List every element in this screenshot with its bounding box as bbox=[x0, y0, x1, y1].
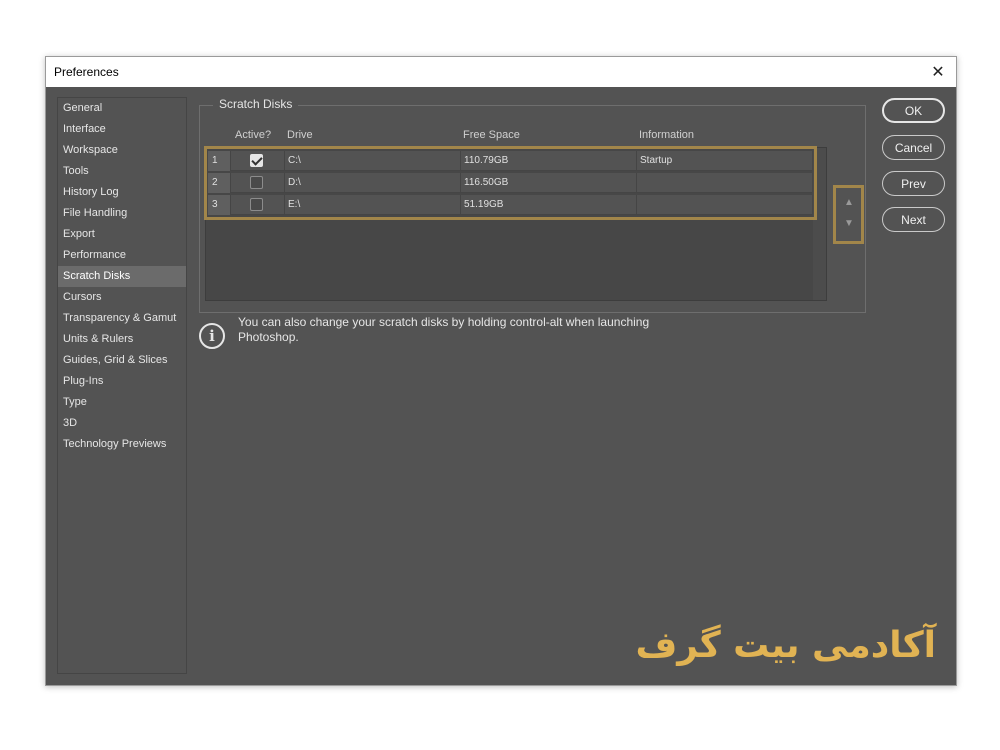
close-icon: ✕ bbox=[931, 64, 945, 81]
window-title: Preferences bbox=[54, 65, 119, 79]
sidebar-item-plug-ins[interactable]: Plug-Ins bbox=[58, 371, 186, 392]
triangle-down-icon: ▼ bbox=[844, 218, 854, 229]
active-checkbox[interactable] bbox=[250, 176, 263, 189]
column-header-information: Information bbox=[639, 129, 695, 141]
row-number: 1 bbox=[208, 151, 230, 171]
active-cell bbox=[230, 195, 284, 215]
next-button[interactable]: Next bbox=[882, 207, 945, 232]
information-cell bbox=[636, 195, 812, 215]
sidebar-item-tools[interactable]: Tools bbox=[58, 161, 186, 182]
column-header-drive: Drive bbox=[287, 129, 313, 141]
preferences-dialog: Preferences ✕ General Interface Workspac… bbox=[45, 56, 957, 686]
information-cell: Startup bbox=[636, 151, 812, 171]
info-icon: i bbox=[199, 323, 225, 349]
sidebar-item-interface[interactable]: Interface bbox=[58, 119, 186, 140]
title-bar: Preferences ✕ bbox=[46, 57, 956, 87]
active-cell bbox=[230, 173, 284, 193]
watermark-logo: آکادمی بیت گرف bbox=[635, 625, 936, 666]
active-cell bbox=[230, 151, 284, 171]
prev-button[interactable]: Prev bbox=[882, 171, 945, 196]
sidebar-item-type[interactable]: Type bbox=[58, 392, 186, 413]
move-down-button[interactable]: ▼ bbox=[843, 218, 855, 230]
info-message: You can also change your scratch disks b… bbox=[238, 315, 650, 344]
free-space-cell: 116.50GB bbox=[460, 173, 636, 193]
sidebar-item-workspace[interactable]: Workspace bbox=[58, 140, 186, 161]
sidebar-item-transparency-gamut[interactable]: Transparency & Gamut bbox=[58, 308, 186, 329]
row-number: 2 bbox=[208, 173, 230, 193]
information-cell bbox=[636, 173, 812, 193]
sidebar-item-cursors[interactable]: Cursors bbox=[58, 287, 186, 308]
table-scrollbar[interactable] bbox=[813, 148, 826, 300]
sidebar-item-technology-previews[interactable]: Technology Previews bbox=[58, 434, 186, 455]
move-up-button[interactable]: ▲ bbox=[843, 197, 855, 209]
sidebar-item-export[interactable]: Export bbox=[58, 224, 186, 245]
preferences-sidebar: General Interface Workspace Tools Histor… bbox=[57, 97, 187, 674]
close-button[interactable]: ✕ bbox=[926, 61, 950, 83]
table-row[interactable]: 2 D:\ 116.50GB bbox=[208, 173, 812, 193]
sidebar-item-file-handling[interactable]: File Handling bbox=[58, 203, 186, 224]
table-row[interactable]: 3 E:\ 51.19GB bbox=[208, 195, 812, 215]
triangle-up-icon: ▲ bbox=[844, 197, 854, 208]
sidebar-item-guides-grid-slices[interactable]: Guides, Grid & Slices bbox=[58, 350, 186, 371]
sidebar-item-3d[interactable]: 3D bbox=[58, 413, 186, 434]
drive-cell: C:\ bbox=[284, 151, 460, 171]
sidebar-item-history-log[interactable]: History Log bbox=[58, 182, 186, 203]
active-checkbox[interactable] bbox=[250, 198, 263, 211]
ok-button[interactable]: OK bbox=[882, 98, 945, 123]
drive-cell: D:\ bbox=[284, 173, 460, 193]
free-space-cell: 51.19GB bbox=[460, 195, 636, 215]
table-row[interactable]: 1 C:\ 110.79GB Startup bbox=[208, 151, 812, 171]
group-title: Scratch Disks bbox=[213, 97, 299, 111]
sidebar-item-performance[interactable]: Performance bbox=[58, 245, 186, 266]
reorder-arrows: ▲ ▼ bbox=[833, 185, 864, 244]
column-header-free-space: Free Space bbox=[463, 129, 520, 141]
column-header-active: Active? bbox=[235, 129, 272, 141]
cancel-button[interactable]: Cancel bbox=[882, 135, 945, 160]
sidebar-item-scratch-disks[interactable]: Scratch Disks bbox=[58, 266, 186, 287]
active-checkbox[interactable] bbox=[250, 154, 263, 167]
free-space-cell: 110.79GB bbox=[460, 151, 636, 171]
row-number: 3 bbox=[208, 195, 230, 215]
sidebar-item-units-rulers[interactable]: Units & Rulers bbox=[58, 329, 186, 350]
sidebar-item-general[interactable]: General bbox=[58, 98, 186, 119]
drive-cell: E:\ bbox=[284, 195, 460, 215]
